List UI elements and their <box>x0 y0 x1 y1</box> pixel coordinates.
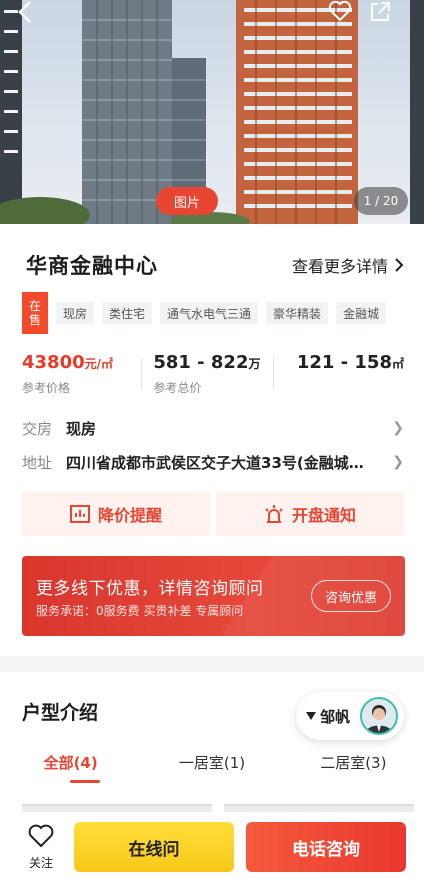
phone-consult-button[interactable]: 电话咨询 <box>246 822 406 872</box>
tab-one-bedroom[interactable]: 一居室(1) <box>141 752 282 782</box>
project-title: 华商金融中心 <box>26 254 158 278</box>
chevron-right-icon: ❯ <box>392 454 404 470</box>
tab-all[interactable]: 全部(4) <box>0 752 141 782</box>
tag: 类住宅 <box>102 302 153 324</box>
floor-plan-tabs: 全部(4) 一居室(1) 二居室(3) <box>0 752 424 782</box>
heart-icon <box>28 824 54 848</box>
price-stats: 43800元/㎡ 参考价格 581 - 822万 参考总价 121 - 158㎡ <box>22 352 404 400</box>
address-row[interactable]: 地址 四川省成都市武侯区交子大道33号(金融城… ❯ <box>22 450 404 474</box>
delivery-row[interactable]: 交房 现房 ❯ <box>22 416 404 440</box>
back-button[interactable] <box>18 0 58 28</box>
price-drop-button[interactable]: 降价提醒 <box>22 492 210 536</box>
share-button[interactable] <box>368 0 408 28</box>
photo-tab[interactable]: 图片 <box>156 187 218 215</box>
avatar <box>360 697 398 735</box>
sale-status-badge: 在售 <box>22 292 48 334</box>
tag: 现房 <box>56 302 95 324</box>
promo-subtitle: 服务承诺：0服务费 买贵补差 专属顾问 <box>36 604 244 618</box>
share-icon <box>371 2 390 21</box>
section-title: 户型介绍 <box>22 702 99 724</box>
chevron-right-icon: ❯ <box>392 420 404 436</box>
notify-actions: 降价提醒 开盘通知 <box>22 492 404 536</box>
total-price-label: 参考总价 <box>153 381 202 395</box>
unit-price-unit: 元/㎡ <box>84 357 114 371</box>
tab-two-bedroom[interactable]: 二居室(3) <box>283 752 424 782</box>
address-label: 地址 <box>22 453 53 472</box>
photo-counter: 1 / 20 <box>354 187 408 215</box>
chevron-left-icon <box>18 1 31 23</box>
online-chat-button[interactable]: 在线问 <box>74 822 234 872</box>
area-value: 121 - 158 <box>296 352 392 373</box>
total-price-stat: 581 - 822万 参考总价 <box>141 352 278 400</box>
alarm-light-icon <box>265 505 283 523</box>
price-drop-label: 降价提醒 <box>97 506 162 525</box>
promo-banner[interactable]: 更多线下优惠，详情咨询顾问 服务承诺：0服务费 买贵补差 专属顾问 咨询优惠 <box>22 556 405 636</box>
address-value: 四川省成都市武侯区交子大道33号(金融城… <box>66 453 364 472</box>
person-avatar-icon <box>366 705 392 733</box>
follow-label: 关注 <box>28 856 53 870</box>
project-tags: 在售 现房 类住宅 通气水电气三通 豪华精装 金融城 <box>22 292 387 334</box>
chevron-right-icon <box>395 258 404 272</box>
promo-title: 更多线下优惠，详情咨询顾问 <box>36 579 264 599</box>
active-tab-indicator <box>70 780 100 783</box>
consult-discount-button[interactable]: 咨询优惠 <box>311 580 391 612</box>
bottom-action-bar: 关注 在线问 电话咨询 <box>0 812 424 879</box>
heart-icon <box>328 0 352 22</box>
area-stat: 121 - 158㎡ <box>272 352 404 400</box>
triangle-down-icon <box>306 712 316 720</box>
unit-price-stat: 43800元/㎡ 参考价格 <box>22 352 147 400</box>
follow-button[interactable]: 关注 <box>20 824 62 871</box>
opening-notice-label: 开盘通知 <box>291 506 356 525</box>
delivery-label: 交房 <box>22 419 53 438</box>
delivery-value: 现房 <box>66 419 97 438</box>
sale-status-text: 在售 <box>28 299 41 327</box>
agent-name: 邹帆 <box>320 707 351 726</box>
unit-price-label: 参考价格 <box>22 381 71 395</box>
total-price-value: 581 - 822 <box>153 352 249 373</box>
project-info-card: 华商金融中心 查看更多详情 在售 现房 类住宅 通气水电气三通 豪华精装 金融城… <box>0 224 424 656</box>
more-details-label: 查看更多详情 <box>291 257 388 276</box>
agent-chip[interactable]: 邹帆 <box>296 692 404 740</box>
unit-price-value: 43800 <box>22 352 85 373</box>
tag: 通气水电气三通 <box>160 302 259 324</box>
total-price-unit: 万 <box>248 357 261 371</box>
chart-icon <box>69 505 90 523</box>
area-unit: ㎡ <box>391 357 404 371</box>
opening-notice-button[interactable]: 开盘通知 <box>216 492 404 536</box>
tag: 豪华精装 <box>266 302 329 324</box>
favorite-button[interactable] <box>328 0 368 28</box>
hero-gallery[interactable]: 图片 1 / 20 <box>0 0 424 224</box>
more-details-link[interactable]: 查看更多详情 <box>292 253 404 277</box>
tag: 金融城 <box>336 302 387 324</box>
